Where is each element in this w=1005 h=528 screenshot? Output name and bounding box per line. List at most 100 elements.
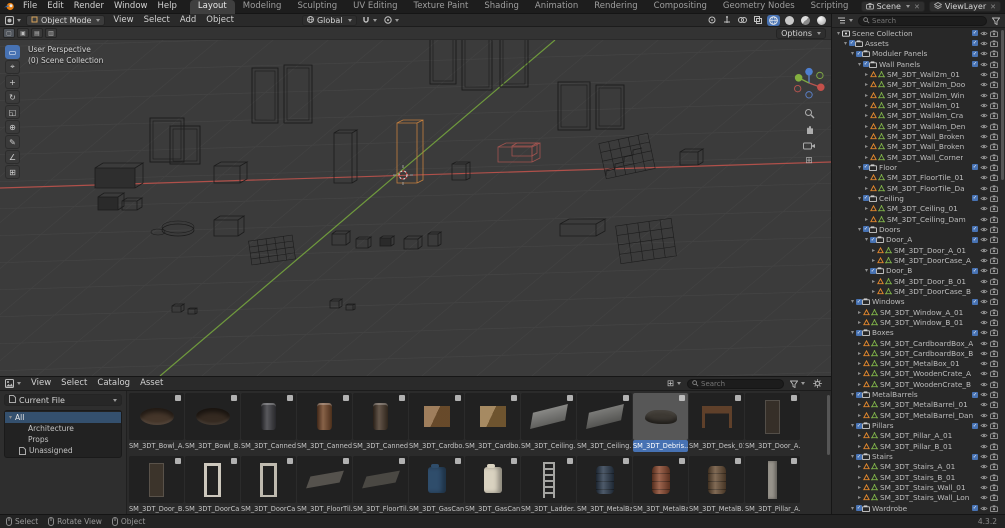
disable-render-camera-icon[interactable] bbox=[990, 432, 999, 440]
scene-selector[interactable]: Scene ✕ bbox=[860, 1, 925, 12]
disable-render-camera-icon[interactable] bbox=[990, 360, 999, 368]
hide-eye-icon[interactable] bbox=[980, 154, 988, 161]
hide-eye-icon[interactable] bbox=[980, 391, 988, 398]
hide-eye-icon[interactable] bbox=[980, 432, 988, 439]
hide-eye-icon[interactable] bbox=[980, 443, 988, 450]
outliner-collection-row[interactable]: ▾ ✓ Door_B ✓ bbox=[832, 266, 1005, 276]
expand-arrow-icon[interactable]: ▸ bbox=[856, 319, 863, 326]
hide-eye-icon[interactable] bbox=[980, 143, 988, 150]
expand-arrow-icon[interactable]: ▾ bbox=[863, 267, 870, 274]
disable-render-camera-icon[interactable] bbox=[990, 123, 999, 130]
expand-arrow-icon[interactable]: ▾ bbox=[849, 422, 856, 429]
outliner-search-input[interactable] bbox=[872, 16, 950, 25]
disable-render-camera-icon[interactable] bbox=[990, 185, 999, 192]
outliner-collection-row[interactable]: ▾ Scene Collection ✓ bbox=[832, 28, 1005, 38]
asset-search-input[interactable] bbox=[701, 379, 779, 388]
tab-modeling[interactable]: Modeling bbox=[235, 0, 290, 14]
disable-render-camera-icon[interactable] bbox=[990, 443, 999, 450]
outliner-object-row[interactable]: ▸ SM_3DT_Ceiling_Dam bbox=[832, 214, 1005, 224]
hide-eye-icon[interactable] bbox=[980, 267, 988, 274]
editor-type-3dview-icon[interactable] bbox=[3, 15, 23, 26]
disable-render-camera-icon[interactable] bbox=[990, 463, 999, 471]
expand-arrow-icon[interactable]: ▸ bbox=[856, 340, 863, 347]
transform-tool[interactable]: ⊕ bbox=[5, 120, 20, 134]
disable-render-camera-icon[interactable] bbox=[990, 257, 999, 264]
outliner-object-row[interactable]: ▸ SM_3DT_FloorTile_01 bbox=[832, 173, 1005, 183]
asset-card[interactable]: SM_3DT_MetalBa... bbox=[577, 456, 632, 517]
disable-render-camera-icon[interactable] bbox=[990, 236, 999, 244]
collection-checkbox[interactable]: ✓ bbox=[972, 195, 978, 202]
outliner-object-row[interactable]: ▸ SM_3DT_WoodenCrate_A bbox=[832, 369, 1005, 379]
expand-arrow-icon[interactable]: ▸ bbox=[863, 102, 870, 109]
hide-eye-icon[interactable] bbox=[980, 195, 988, 202]
select-mode-extend-icon[interactable]: ▣ bbox=[17, 28, 29, 38]
hide-eye-icon[interactable] bbox=[980, 453, 988, 460]
hide-eye-icon[interactable] bbox=[980, 81, 988, 88]
hide-eye-icon[interactable] bbox=[980, 463, 988, 470]
viewport-menu-object[interactable]: Object bbox=[201, 14, 239, 27]
outliner-collection-row[interactable]: ▾ ✓ Stairs ✓ bbox=[832, 451, 1005, 461]
select-mode-new-icon[interactable]: ▢ bbox=[3, 28, 15, 38]
outliner-collection-row[interactable]: ▾ ✓ Doors ✓ bbox=[832, 224, 1005, 234]
outliner-collection-row[interactable]: ▾ ✓ Wall Panels ✓ bbox=[832, 59, 1005, 69]
tab-uv-editing[interactable]: UV Editing bbox=[345, 0, 405, 14]
asset-card[interactable]: SM_3DT_MetalB... bbox=[689, 456, 744, 517]
outliner-object-row[interactable]: ▸ SM_3DT_MetalBarrel_Dan bbox=[832, 410, 1005, 420]
outliner-object-row[interactable]: ▸ SM_3DT_Wall_Broken bbox=[832, 142, 1005, 152]
asset-card[interactable]: SM_3DT_Door_A... bbox=[745, 393, 800, 454]
outliner-collection-row[interactable]: ▾ ✓ Windows ✓ bbox=[832, 297, 1005, 307]
viewport-menu-view[interactable]: View bbox=[108, 14, 138, 27]
ortho-toggle-icon[interactable]: ⊞ bbox=[802, 155, 816, 167]
disable-render-camera-icon[interactable] bbox=[990, 401, 999, 409]
disable-render-camera-icon[interactable] bbox=[990, 474, 999, 481]
toggle-xray-icon[interactable] bbox=[752, 15, 764, 26]
outliner-object-row[interactable]: ▸ SM_3DT_Wall2m_Win bbox=[832, 90, 1005, 100]
collection-checkbox[interactable]: ✓ bbox=[972, 164, 978, 171]
disable-render-camera-icon[interactable] bbox=[990, 339, 999, 347]
asset-card[interactable]: SM_3DT_Debris... bbox=[633, 393, 688, 454]
camera-view-icon[interactable] bbox=[802, 139, 816, 151]
expand-arrow-icon[interactable]: ▸ bbox=[870, 278, 877, 285]
outliner-object-row[interactable]: ▸ SM_3DT_Wall4m_01 bbox=[832, 100, 1005, 110]
asset-card[interactable]: SM_3DT_Ceiling... bbox=[521, 393, 576, 454]
orbit-gizmo[interactable] bbox=[792, 66, 826, 103]
viewlayer-selector[interactable]: ViewLayer ✕ bbox=[928, 1, 1001, 12]
disable-render-camera-icon[interactable] bbox=[990, 81, 999, 89]
hide-eye-icon[interactable] bbox=[980, 92, 988, 99]
zoom-icon[interactable] bbox=[802, 107, 816, 119]
asset-search[interactable] bbox=[687, 378, 784, 389]
orientation-dropdown[interactable]: Global bbox=[301, 14, 357, 26]
disable-render-camera-icon[interactable] bbox=[990, 453, 999, 461]
tab-texture-paint[interactable]: Texture Paint bbox=[406, 0, 477, 14]
shading-wireframe-button[interactable] bbox=[767, 14, 780, 26]
disable-render-camera-icon[interactable] bbox=[990, 174, 999, 182]
viewlayer-unlink-button[interactable]: ✕ bbox=[990, 3, 996, 11]
annotate-tool[interactable]: ✎ bbox=[5, 135, 20, 149]
tab-sculpting[interactable]: Sculpting bbox=[289, 0, 345, 14]
outliner-object-row[interactable]: ▸ SM_3DT_Wall2m_Doo bbox=[832, 80, 1005, 90]
disable-render-camera-icon[interactable] bbox=[990, 216, 999, 223]
expand-arrow-icon[interactable]: ▾ bbox=[856, 164, 863, 171]
menu-window[interactable]: Window bbox=[109, 0, 153, 13]
tab-layout[interactable]: Layout bbox=[189, 0, 235, 14]
blender-logo-icon[interactable] bbox=[4, 2, 15, 11]
disable-render-camera-icon[interactable] bbox=[990, 30, 999, 37]
collection-checkbox[interactable]: ✓ bbox=[972, 40, 978, 47]
select-box-tool[interactable]: ▭ bbox=[5, 45, 20, 59]
expand-arrow-icon[interactable]: ▸ bbox=[863, 123, 870, 130]
expand-arrow-icon[interactable]: ▾ bbox=[835, 30, 842, 37]
asset-card[interactable]: SM_3DT_Door_B... bbox=[129, 456, 184, 517]
shading-rendered-button[interactable] bbox=[815, 15, 828, 26]
viewport-menu-select[interactable]: Select bbox=[139, 14, 175, 27]
disable-render-camera-icon[interactable] bbox=[990, 195, 999, 202]
menu-render[interactable]: Render bbox=[69, 0, 109, 13]
hide-eye-icon[interactable] bbox=[980, 329, 988, 336]
collection-checkbox[interactable]: ✓ bbox=[972, 30, 978, 37]
hide-eye-icon[interactable] bbox=[980, 236, 988, 243]
hide-eye-icon[interactable] bbox=[980, 257, 988, 264]
hide-eye-icon[interactable] bbox=[980, 350, 988, 357]
hide-eye-icon[interactable] bbox=[980, 123, 988, 130]
filter-funnel-icon[interactable] bbox=[990, 15, 1002, 26]
disable-render-camera-icon[interactable] bbox=[990, 277, 999, 285]
asset-menu-select[interactable]: Select bbox=[56, 377, 92, 390]
